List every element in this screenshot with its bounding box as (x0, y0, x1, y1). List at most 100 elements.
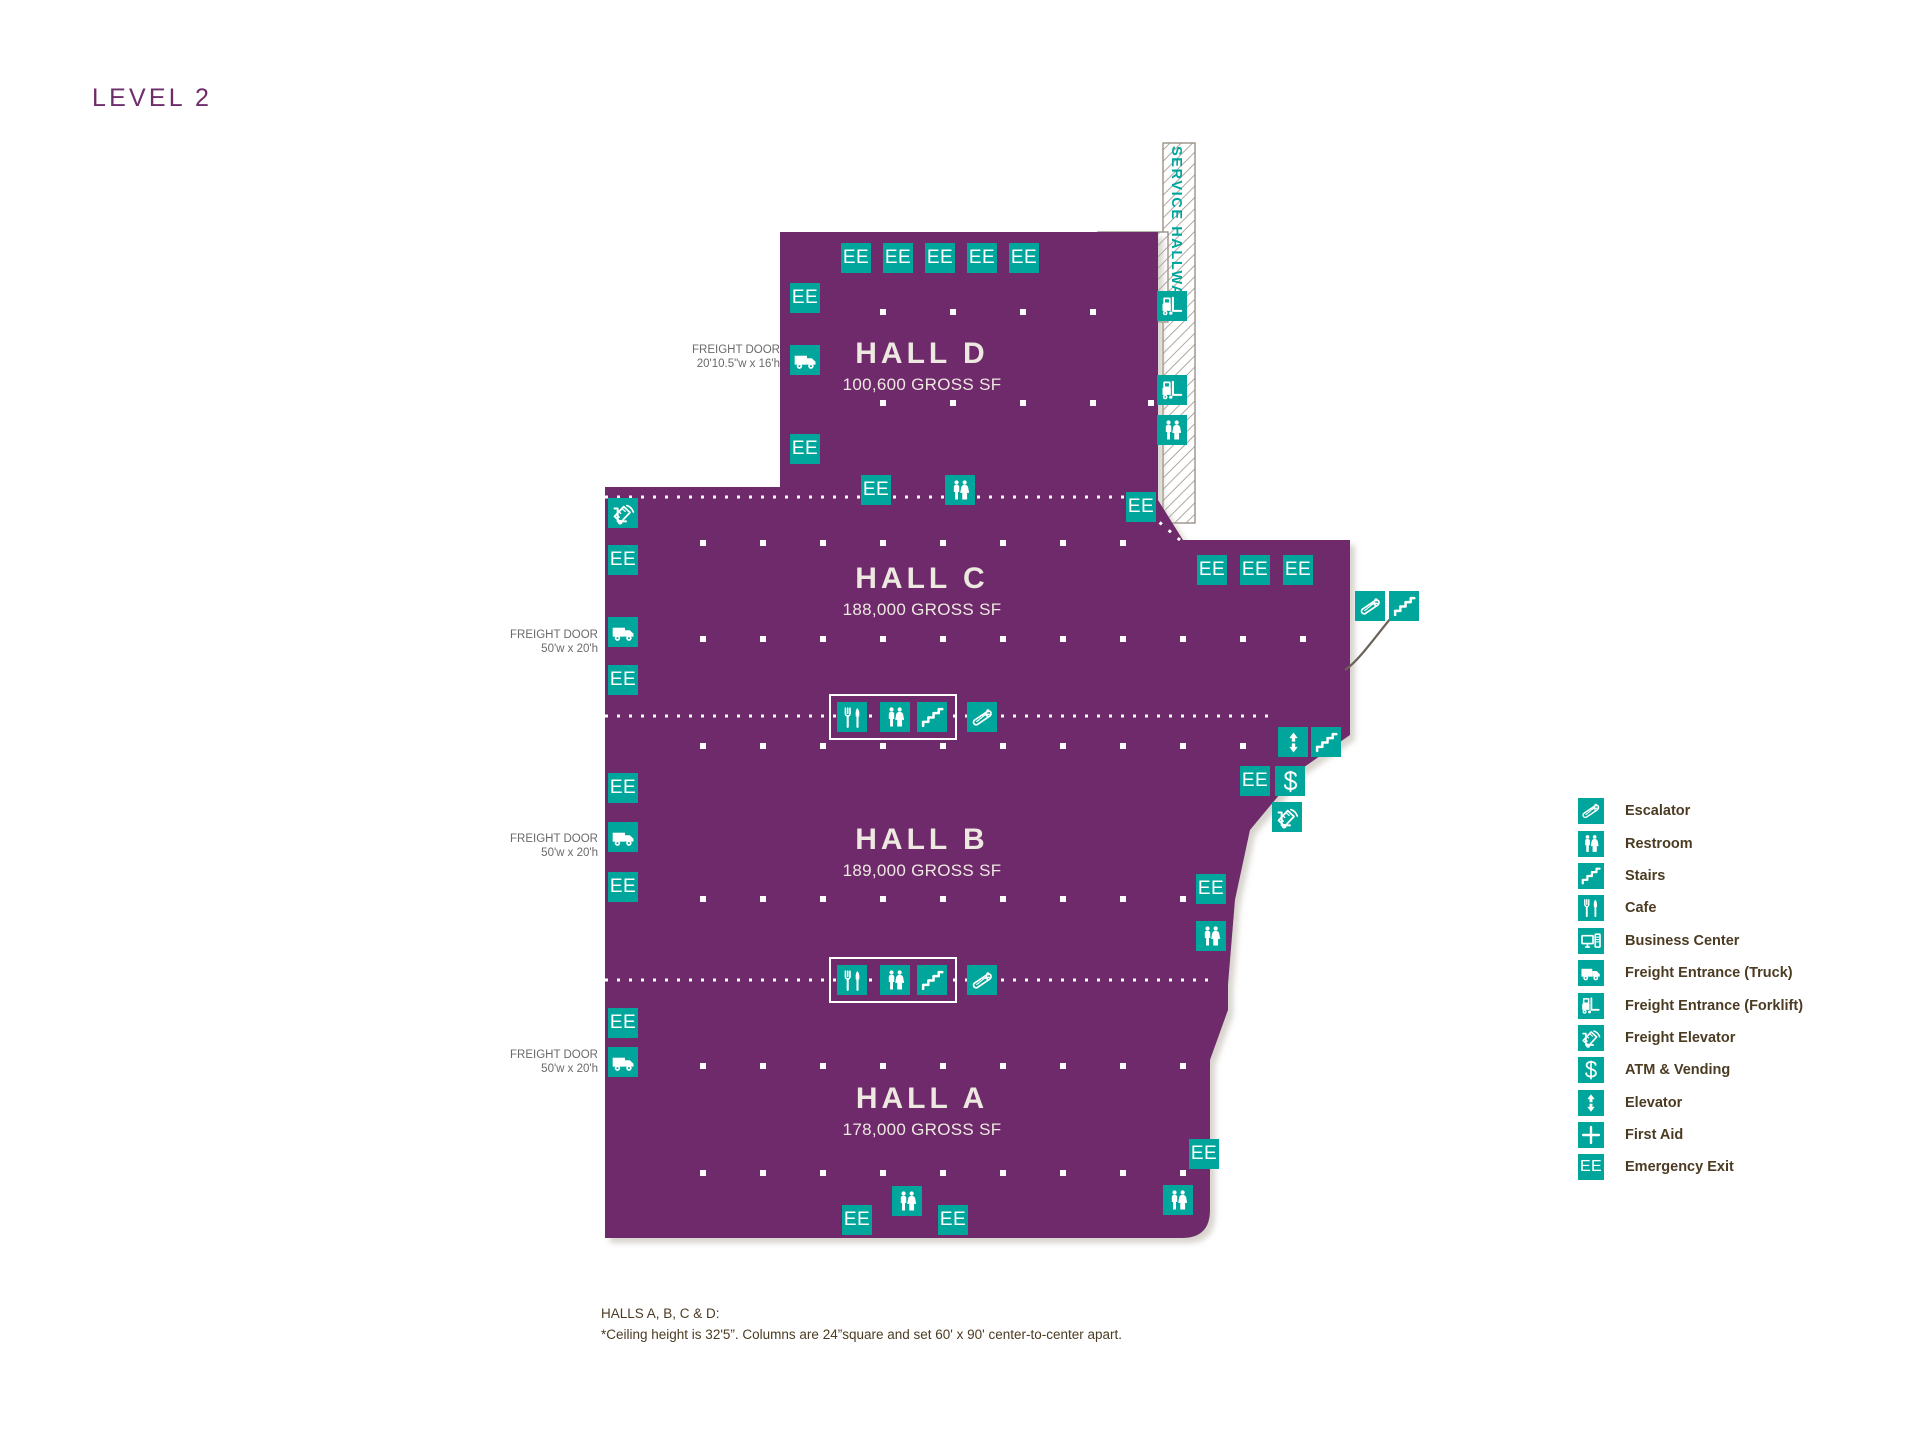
legend-label: Elevator (1625, 1094, 1683, 1111)
freight-truck-icon[interactable] (608, 822, 638, 852)
freight-door-label-c-line1: FREIGHT DOOR (510, 629, 598, 641)
freight-elevator-icon (1578, 1024, 1604, 1051)
hall-c-area: 188,000 GROSS SF (842, 600, 1002, 619)
freight-elevator-icon[interactable] (608, 498, 638, 528)
emergency-exit-icon[interactable]: EE (938, 1205, 968, 1235)
legend-item-freight-forklift: Freight Entrance (Forklift) (1578, 989, 1803, 1021)
emergency-exit-icon[interactable]: EE (608, 545, 638, 575)
emergency-exit-icon[interactable]: EE (608, 665, 638, 695)
freight-door-label-b-line1: FREIGHT DOOR (510, 833, 598, 845)
emergency-exit-icon[interactable]: EE (1197, 555, 1227, 585)
emergency-exit-icon: EE (1578, 1154, 1604, 1181)
legend-item-freight-elevator: Freight Elevator (1578, 1022, 1803, 1054)
hall-b-area: 189,000 GROSS SF (842, 861, 1002, 880)
stairs-icon[interactable] (1311, 727, 1341, 757)
emergency-exit-icon[interactable]: EE (1240, 555, 1270, 585)
emergency-exit-icon[interactable]: EE (1189, 1139, 1219, 1169)
freight-door-label-d-line2: 20'10.5"w x 16'h (696, 358, 780, 370)
escalator-icon (1578, 798, 1604, 825)
escalator-icon[interactable] (1355, 591, 1385, 621)
freight-truck-icon[interactable] (608, 617, 638, 647)
emergency-exit-icon[interactable]: EE (790, 283, 820, 313)
escalator-icon[interactable] (967, 702, 997, 732)
emergency-exit-icon[interactable]: EE (608, 773, 638, 803)
emergency-exit-icon[interactable]: EE (967, 243, 997, 273)
freight-door-label-c-line2: 50'w x 20'h (541, 643, 598, 655)
emergency-exit-icon[interactable]: EE (608, 872, 638, 902)
freight-truck-icon (1578, 960, 1604, 987)
footnote: HALLS A, B, C & D: *Ceiling height is 32… (601, 1303, 1122, 1345)
freight-door-label-c: FREIGHT DOOR 50'w x 20'h (373, 628, 598, 656)
emergency-exit-icon[interactable]: EE (842, 1205, 872, 1235)
hall-d-name: HALL D (855, 337, 989, 370)
legend-label: First Aid (1625, 1127, 1684, 1144)
emergency-exit-icon[interactable]: EE (1240, 766, 1270, 796)
atm-vending-icon[interactable] (1275, 766, 1305, 796)
emergency-exit-icon[interactable]: EE (1196, 874, 1226, 904)
restroom-icon[interactable] (1157, 415, 1187, 445)
stairs-icon[interactable] (917, 965, 947, 995)
legend-label: Business Center (1625, 932, 1740, 949)
legend: Escalator Restroom Stairs Cafe Business Cent… (1578, 795, 1803, 1184)
legend-item-atm-vending: ATM & Vending (1578, 1054, 1803, 1086)
stairs-icon[interactable] (917, 702, 947, 732)
emergency-exit-icon[interactable]: EE (608, 1008, 638, 1038)
restroom-icon[interactable] (892, 1186, 922, 1216)
footnote-line-2: *Ceiling height is 32'5”. Columns are 24… (601, 1327, 1123, 1342)
freight-door-label-d: FREIGHT DOOR 20'10.5"w x 16'h (545, 343, 780, 371)
freight-elevator-icon[interactable] (1272, 802, 1302, 832)
hall-a-area: 178,000 GROSS SF (842, 1120, 1002, 1139)
freight-truck-icon[interactable] (608, 1047, 638, 1077)
legend-label: Freight Elevator (1625, 1029, 1736, 1046)
business-center-icon (1578, 927, 1604, 954)
freight-truck-icon[interactable] (790, 345, 820, 375)
restroom-icon[interactable] (945, 475, 975, 505)
cafe-icon[interactable] (837, 965, 867, 995)
emergency-exit-icon[interactable]: EE (1126, 492, 1156, 522)
hall-a-name: HALL A (855, 1082, 989, 1115)
emergency-exit-icon[interactable]: EE (790, 434, 820, 464)
floor-plan-page: LEVEL 2 SERVICE HALLWAY HALL D 100,600 G… (0, 0, 1920, 1440)
restroom-icon[interactable] (1196, 921, 1226, 951)
freight-forklift-icon[interactable] (1157, 375, 1187, 405)
legend-item-emergency-exit: EE Emergency Exit (1578, 1151, 1803, 1183)
escalator-icon[interactable] (967, 965, 997, 995)
legend-item-cafe: Cafe (1578, 892, 1803, 924)
legend-item-restroom: Restroom (1578, 827, 1803, 859)
first-aid-icon (1578, 1122, 1604, 1149)
legend-item-freight-truck: Freight Entrance (Truck) (1578, 957, 1803, 989)
freight-forklift-icon[interactable] (1157, 291, 1187, 321)
footnote-line-1: HALLS A, B, C & D: (601, 1306, 720, 1321)
cafe-icon[interactable] (837, 702, 867, 732)
legend-item-stairs: Stairs (1578, 860, 1803, 892)
emergency-exit-icon[interactable]: EE (1009, 243, 1039, 273)
restroom-icon[interactable] (1163, 1185, 1193, 1215)
legend-label: ATM & Vending (1625, 1062, 1731, 1079)
restroom-icon[interactable] (880, 965, 910, 995)
legend-label: Stairs (1625, 867, 1666, 884)
emergency-exit-icon[interactable]: EE (883, 243, 913, 273)
restroom-icon[interactable] (880, 702, 910, 732)
legend-item-escalator: Escalator (1578, 795, 1803, 827)
legend-item-business-center: Business Center (1578, 925, 1803, 957)
emergency-exit-icon[interactable]: EE (1283, 555, 1313, 585)
legend-label: Restroom (1625, 835, 1693, 852)
restroom-icon (1578, 830, 1604, 857)
legend-label: Escalator (1625, 803, 1691, 820)
freight-forklift-icon (1578, 992, 1604, 1019)
freight-door-label-a: FREIGHT DOOR 50'w x 20'h (373, 1048, 598, 1076)
hall-d-area: 100,600 GROSS SF (842, 375, 1002, 394)
legend-label: Cafe (1625, 900, 1657, 917)
emergency-exit-icon[interactable]: EE (841, 243, 871, 273)
emergency-exit-icon[interactable]: EE (925, 243, 955, 273)
freight-door-label-d-line1: FREIGHT DOOR (692, 344, 780, 356)
stairs-icon (1578, 862, 1604, 889)
freight-door-label-a-line1: FREIGHT DOOR (510, 1049, 598, 1061)
stairs-icon[interactable] (1389, 591, 1419, 621)
service-hallway-label: SERVICE HALLWAY (1168, 146, 1184, 307)
emergency-exit-icon[interactable]: EE (861, 475, 891, 505)
freight-door-label-b: FREIGHT DOOR 50'w x 20'h (373, 832, 598, 860)
elevator-icon[interactable] (1278, 727, 1308, 757)
legend-item-first-aid: First Aid (1578, 1119, 1803, 1151)
page-title: LEVEL 2 (92, 84, 213, 112)
